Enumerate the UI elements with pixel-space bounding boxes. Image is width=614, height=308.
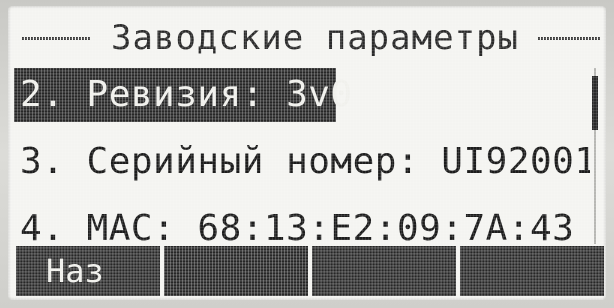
title-divider-right [538, 37, 600, 40]
menu-item-label: 3. Серийный номер: UI92001 [20, 141, 590, 182]
scrollbar-thumb[interactable] [592, 76, 598, 130]
menu-item-revision[interactable]: 2. Ревизия: 3v0 [14, 68, 352, 122]
menu-scrollbar[interactable] [592, 68, 598, 244]
softkey-3[interactable] [312, 246, 456, 296]
softkey-4[interactable] [460, 246, 604, 296]
screen-title: Заводские параметры [111, 18, 519, 58]
softkey-2[interactable] [164, 246, 308, 296]
title-divider-left [22, 37, 90, 40]
menu-list: 2. Ревизия: 3v0 3. Серийный номер: UI920… [14, 68, 592, 269]
device-bezel: Заводские параметры 2. Ревизия: 3v0 3. С… [0, 0, 614, 308]
softkey-bar: Наз [16, 246, 604, 296]
lcd-screen: Заводские параметры 2. Ревизия: 3v0 3. С… [8, 6, 606, 300]
menu-item-label: 2. Ревизия: 3v0 [20, 74, 353, 115]
softkey-back[interactable]: Наз [16, 246, 160, 296]
menu-item-label: 4. MAC: 68:13:E2:09:7A:43 [20, 208, 575, 249]
menu-item-serial-number[interactable]: 3. Серийный номер: UI92001 [14, 135, 592, 189]
screen-header: Заводские параметры [14, 14, 600, 62]
softkey-label: Наз [46, 252, 104, 290]
